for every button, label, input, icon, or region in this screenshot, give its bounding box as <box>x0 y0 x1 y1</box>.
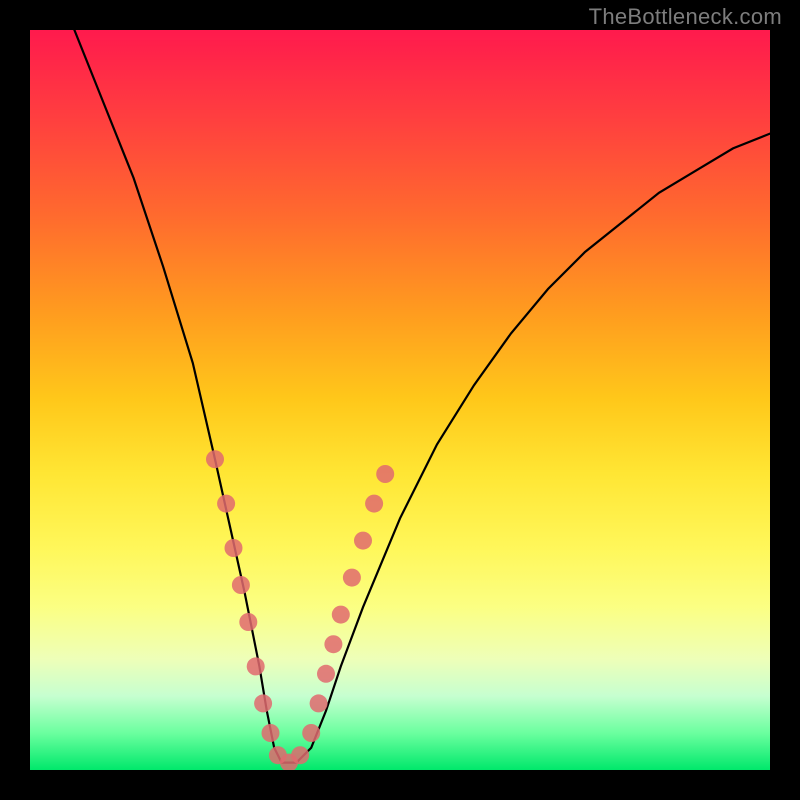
data-marker <box>332 606 350 624</box>
data-marker <box>206 450 224 468</box>
data-marker <box>262 724 280 742</box>
data-marker <box>354 532 372 550</box>
data-marker <box>376 465 394 483</box>
data-marker <box>310 694 328 712</box>
bottleneck-curve <box>74 30 770 763</box>
watermark-text: TheBottleneck.com <box>589 4 782 30</box>
data-marker <box>239 613 257 631</box>
plot-area <box>30 30 770 770</box>
data-marker <box>225 539 243 557</box>
data-marker <box>302 724 320 742</box>
data-marker <box>343 569 361 587</box>
data-marker <box>254 694 272 712</box>
data-marker <box>317 665 335 683</box>
data-marker <box>291 746 309 764</box>
chart-frame: TheBottleneck.com <box>0 0 800 800</box>
data-marker <box>365 495 383 513</box>
data-marker <box>232 576 250 594</box>
data-marker <box>247 657 265 675</box>
data-marker <box>217 495 235 513</box>
curve-layer <box>30 30 770 770</box>
data-marker <box>324 635 342 653</box>
data-markers-group <box>206 450 394 770</box>
